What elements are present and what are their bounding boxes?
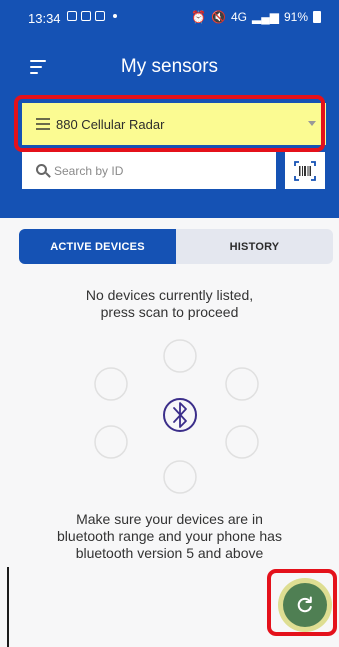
mute-icon: 🔇 xyxy=(211,10,226,24)
empty-message-line-1: No devices currently listed, xyxy=(85,287,254,303)
radar-circle xyxy=(94,367,128,401)
radar-circle xyxy=(225,425,259,459)
hint-line-2: bluetooth range and your phone has xyxy=(57,528,282,544)
search-input[interactable] xyxy=(54,163,254,178)
status-time: 13:34 xyxy=(28,11,61,26)
radar-circle xyxy=(94,425,128,459)
bluetooth-hint: Make sure your devices are in bluetooth … xyxy=(0,511,339,562)
network-label: 4G xyxy=(230,10,247,24)
edge-divider xyxy=(7,567,9,647)
barcode-icon xyxy=(294,160,316,181)
tab-bar: ACTIVE DEVICES HISTORY xyxy=(19,229,333,264)
empty-message-line-2: press scan to proceed xyxy=(100,304,239,320)
bluetooth-icon xyxy=(163,398,197,432)
search-box[interactable] xyxy=(22,152,276,189)
radar-circle xyxy=(225,367,259,401)
search-icon xyxy=(36,163,51,178)
tab-active-devices[interactable]: ACTIVE DEVICES xyxy=(19,229,176,264)
status-bar: 13:34 ⏰ 🔇 4G ▂▄▆ 91% xyxy=(0,0,339,34)
image-notification-icon xyxy=(67,11,77,21)
radar-circle xyxy=(163,460,197,494)
bluetooth-scan-illustration xyxy=(94,339,259,494)
signal-icon: ▂▄▆ xyxy=(252,10,279,24)
hint-line-3: bluetooth version 5 and above xyxy=(75,545,264,561)
refresh-icon xyxy=(297,596,312,613)
radar-circle xyxy=(163,339,197,373)
check-notification-icon xyxy=(95,11,105,21)
notification-icons xyxy=(67,11,117,21)
refresh-scan-button[interactable] xyxy=(283,583,327,627)
barcode-scan-button[interactable] xyxy=(285,152,325,189)
status-right: ⏰ 🔇 4G ▂▄▆ 91% xyxy=(191,10,321,24)
highlight-annotation-dropdown xyxy=(14,95,325,152)
message-notification-icon xyxy=(81,11,91,21)
hint-line-1: Make sure your devices are in xyxy=(76,511,263,527)
more-notifications-dot-icon xyxy=(113,14,117,18)
alarm-icon: ⏰ xyxy=(191,10,207,24)
page-title: My sensors xyxy=(120,56,219,77)
tab-history[interactable]: HISTORY xyxy=(176,229,333,264)
empty-state-message: No devices currently listed, press scan … xyxy=(0,287,339,321)
battery-text: 91% xyxy=(283,10,308,24)
battery-icon xyxy=(313,11,321,23)
